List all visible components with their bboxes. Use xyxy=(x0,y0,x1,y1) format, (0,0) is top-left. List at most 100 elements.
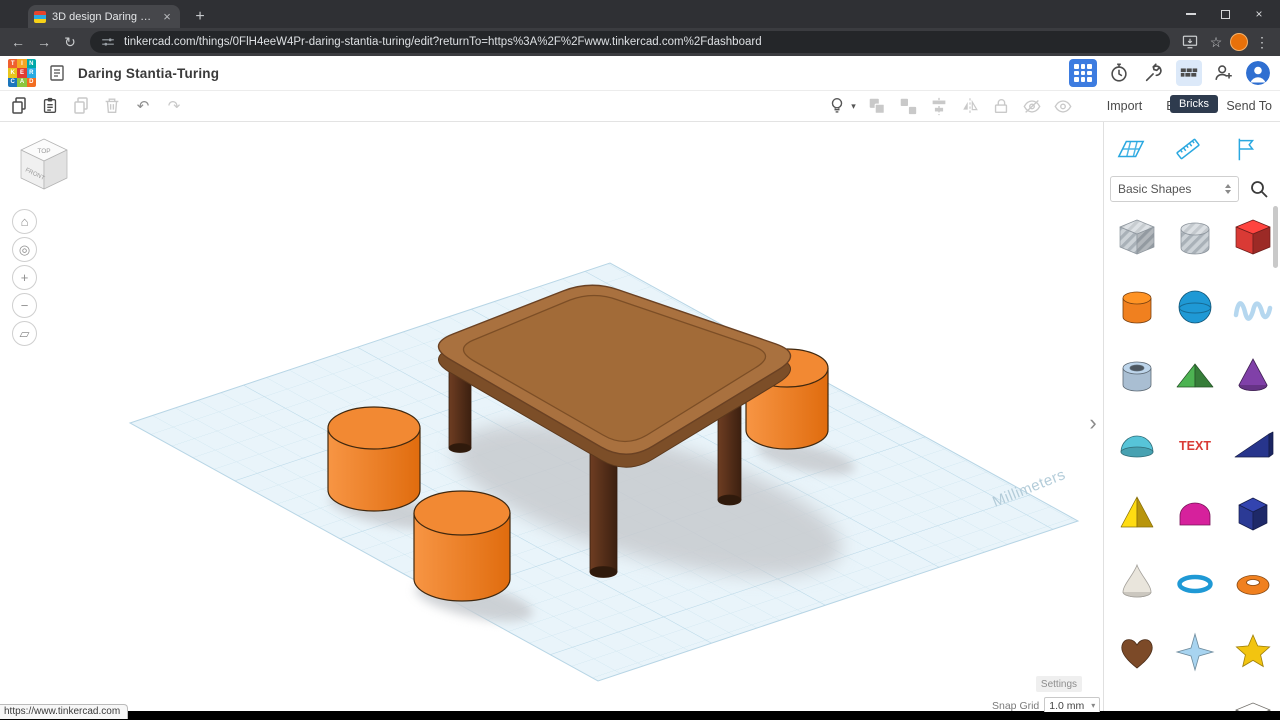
shape-half-sphere[interactable] xyxy=(1113,421,1161,469)
close-window-button[interactable]: × xyxy=(1242,0,1276,28)
group-icon[interactable] xyxy=(866,95,888,117)
shape-hole-box[interactable] xyxy=(1113,214,1161,262)
redo-icon[interactable]: ↷ xyxy=(163,95,185,117)
send-to-button[interactable]: Send To xyxy=(1226,99,1272,113)
tools-wrench-icon[interactable] xyxy=(1141,60,1167,86)
undo-icon[interactable]: ↶ xyxy=(132,95,154,117)
shape-heart[interactable] xyxy=(1113,628,1161,676)
mirror-flip-icon[interactable] xyxy=(959,95,981,117)
bricks-icon[interactable] xyxy=(1176,60,1202,86)
dashboard-grid-button[interactable] xyxy=(1069,59,1097,87)
ungroup-icon[interactable] xyxy=(897,95,919,117)
share-person-icon[interactable] xyxy=(1211,60,1237,86)
shape-star-5[interactable] xyxy=(1229,628,1277,676)
panel-collapse-handle[interactable]: › xyxy=(1085,410,1101,436)
shape-pyramid[interactable] xyxy=(1113,490,1161,538)
paste-icon[interactable] xyxy=(39,95,61,117)
shape-box[interactable] xyxy=(1229,214,1277,262)
maximize-icon xyxy=(1220,9,1230,19)
shape-star[interactable] xyxy=(1171,628,1219,676)
logo-letter: I xyxy=(17,59,27,69)
search-shapes-button[interactable] xyxy=(1246,176,1272,202)
tips-bulb-icon[interactable] xyxy=(826,95,848,117)
shape-scribble[interactable] xyxy=(1229,283,1277,331)
shape-category-value: Basic Shapes xyxy=(1118,182,1192,196)
view-cube-top-label: TOP xyxy=(37,148,50,155)
maximize-button[interactable] xyxy=(1208,0,1242,28)
copy-icon[interactable] xyxy=(8,95,30,117)
logo-letter: T xyxy=(8,59,18,69)
shape-polygon[interactable] xyxy=(1229,490,1277,538)
site-settings-icon[interactable] xyxy=(100,34,116,50)
bookmark-star-icon[interactable]: ☆ xyxy=(1204,30,1228,54)
home-view-button[interactable]: ⌂ xyxy=(12,209,37,234)
shape-hole-cylinder[interactable] xyxy=(1171,214,1219,262)
shape-tube[interactable] xyxy=(1113,352,1161,400)
header-actions xyxy=(1069,59,1272,87)
bulb-caret-icon[interactable]: ▾ xyxy=(851,101,856,112)
forward-button[interactable]: → xyxy=(32,30,56,54)
panel-scrollbar[interactable] xyxy=(1273,206,1278,268)
back-button[interactable]: ← xyxy=(6,30,30,54)
svg-text:TEXT: TEXT xyxy=(1179,439,1211,453)
zoom-in-button[interactable]: + xyxy=(12,265,37,290)
stage: Millimeters TOP FRONT ⌂ ◎ + − ▱ › Settin… xyxy=(0,122,1280,712)
settings-button[interactable]: Settings xyxy=(1036,676,1082,692)
address-bar[interactable]: tinkercad.com/things/0FlH4eeW4Pr-daring-… xyxy=(90,31,1170,53)
browser-tab[interactable]: 3D design Daring Stantia-Turing × xyxy=(28,5,180,28)
logo-letter: K xyxy=(8,68,18,78)
workplane-tool-icon[interactable] xyxy=(1116,134,1146,164)
stool-front[interactable] xyxy=(413,490,511,602)
shape-cylinder[interactable] xyxy=(1113,283,1161,331)
design-title[interactable]: Daring Stantia-Turing xyxy=(78,66,219,81)
bricks-tooltip: Bricks xyxy=(1170,95,1218,113)
reload-button[interactable]: ↻ xyxy=(58,30,82,54)
edit-toolbar: ↶ ↷ ▾ Import Export Send To Br xyxy=(0,91,1280,122)
fit-view-button[interactable]: ◎ xyxy=(12,237,37,262)
shape-text[interactable]: TEXT xyxy=(1171,421,1219,469)
shape-torus-thin[interactable] xyxy=(1171,559,1219,607)
shape-box-2[interactable] xyxy=(1229,697,1277,712)
delete-icon[interactable] xyxy=(101,95,123,117)
browser-menu-icon[interactable]: ⋮ xyxy=(1250,30,1274,54)
shape-paraboloid[interactable] xyxy=(1113,559,1161,607)
show-all-eye-icon[interactable] xyxy=(1052,95,1074,117)
url-text: tinkercad.com/things/0FlH4eeW4Pr-daring-… xyxy=(124,36,762,48)
user-avatar[interactable] xyxy=(1246,61,1270,85)
import-button[interactable]: Import xyxy=(1107,99,1142,113)
tab-close-icon[interactable]: × xyxy=(160,9,174,24)
ruler-tool-icon[interactable] xyxy=(1173,134,1203,164)
snap-grid-select[interactable]: 1.0 mm ▾ xyxy=(1044,697,1101,712)
new-tab-button[interactable]: + xyxy=(188,5,212,28)
shape-wedge[interactable] xyxy=(1229,421,1277,469)
shape-half-sphere-2[interactable] xyxy=(1171,697,1219,712)
history-clock-icon[interactable] xyxy=(1106,60,1132,86)
browser-profile-avatar[interactable] xyxy=(1230,33,1248,51)
browser-tabstrip: 3D design Daring Stantia-Turing × + × xyxy=(0,0,1280,28)
category-row: Basic Shapes xyxy=(1110,176,1272,202)
shape-half-torus[interactable] xyxy=(1113,697,1161,712)
perspective-button[interactable]: ▱ xyxy=(12,321,37,346)
lock-icon[interactable] xyxy=(990,95,1012,117)
shape-roof[interactable] xyxy=(1171,352,1219,400)
status-link: https://www.tinkercad.com xyxy=(0,704,129,719)
shape-cone[interactable] xyxy=(1229,352,1277,400)
zoom-out-button[interactable]: − xyxy=(12,293,37,318)
design-properties-icon[interactable] xyxy=(46,62,68,84)
tinkercad-favicon xyxy=(34,10,46,23)
snap-caret-icon: ▾ xyxy=(1091,701,1096,710)
shape-category-select[interactable]: Basic Shapes xyxy=(1110,176,1239,202)
stool-left[interactable] xyxy=(327,406,421,512)
view-cube[interactable]: TOP FRONT xyxy=(20,138,68,190)
viewport-3d[interactable]: Millimeters TOP FRONT ⌂ ◎ + − ▱ › Settin… xyxy=(0,122,1103,712)
minimize-button[interactable] xyxy=(1174,0,1208,28)
tinkercad-logo[interactable]: TINKERCAD xyxy=(8,59,36,87)
shape-sphere[interactable] xyxy=(1171,283,1219,331)
duplicate-icon[interactable] xyxy=(70,95,92,117)
notes-tool-icon[interactable] xyxy=(1230,134,1260,164)
shape-round-roof[interactable] xyxy=(1171,490,1219,538)
align-icon[interactable] xyxy=(928,95,950,117)
install-app-icon[interactable] xyxy=(1178,30,1202,54)
shape-torus[interactable] xyxy=(1229,559,1277,607)
hide-eye-icon[interactable] xyxy=(1021,95,1043,117)
